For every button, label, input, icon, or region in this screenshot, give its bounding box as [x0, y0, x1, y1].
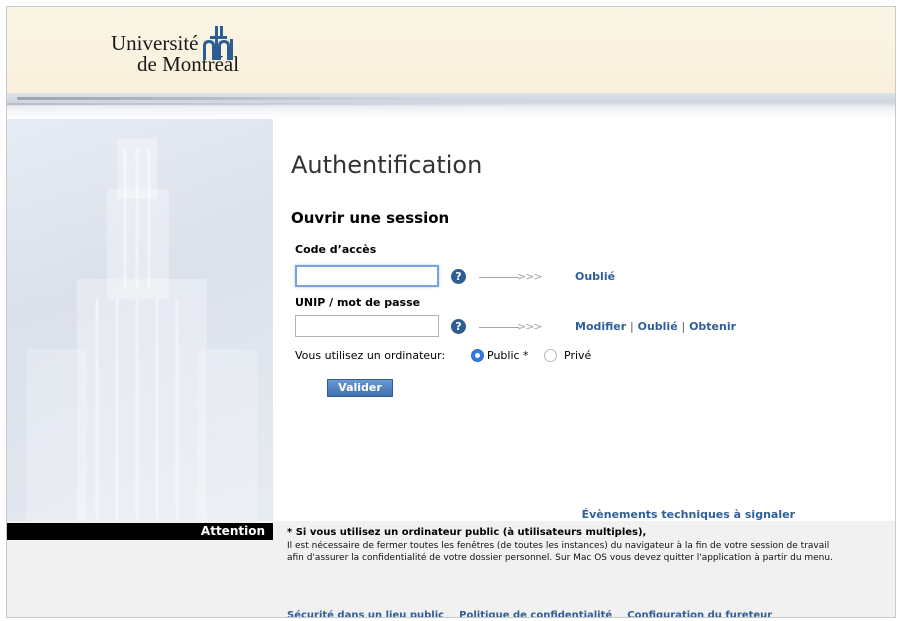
- footer-link-browser-config[interactable]: Configuration du fureteur: [627, 610, 772, 617]
- attention-bar: Attention: [7, 523, 273, 540]
- computer-type-question: Vous utilisez un ordinateur:: [295, 349, 446, 362]
- access-code-input[interactable]: [295, 265, 439, 287]
- help-icon[interactable]: ?: [451, 269, 466, 284]
- access-code-forgot-link[interactable]: Oublié: [575, 270, 615, 283]
- radio-public-label[interactable]: Public *: [487, 349, 529, 362]
- link-separator: |: [681, 320, 686, 333]
- arrow-heads: >>>: [517, 320, 543, 333]
- radio-private-label[interactable]: Privé: [564, 349, 591, 362]
- arrow-line: [479, 327, 519, 328]
- submit-button[interactable]: Valider: [327, 379, 393, 397]
- header-streak: [17, 97, 477, 100]
- help-icon[interactable]: ?: [451, 319, 466, 334]
- attention-section: Attention * Si vous utilisez un ordinate…: [7, 521, 895, 617]
- header-decorative-band: [7, 93, 895, 119]
- building-illustration: [7, 119, 273, 521]
- building-background-panel: [7, 119, 273, 521]
- password-links: Modifier | Oublié | Obtenir: [575, 320, 736, 333]
- technical-events-link[interactable]: Évènements techniques à signaler: [582, 508, 795, 521]
- page-frame: Université de Montréal Authentification …: [6, 6, 896, 618]
- password-forgot-link[interactable]: Oublié: [638, 320, 678, 333]
- arrow-line: [479, 277, 519, 278]
- radio-private[interactable]: [544, 349, 557, 362]
- link-separator: |: [630, 320, 634, 333]
- attention-label: Attention: [200, 524, 265, 538]
- login-main: Authentification Ouvrir une session Code…: [273, 119, 895, 521]
- section-title: Ouvrir une session: [291, 209, 450, 227]
- radio-public[interactable]: [471, 349, 484, 362]
- password-input[interactable]: [295, 315, 439, 337]
- attention-heading: * Si vous utilisez un ordinateur public …: [287, 527, 647, 538]
- password-obtain-link[interactable]: Obtenir: [689, 320, 736, 333]
- page-title: Authentification: [291, 151, 483, 179]
- footer-link-privacy[interactable]: Politique de confidentialité: [459, 610, 612, 617]
- access-code-label: Code d’accès: [295, 243, 377, 256]
- password-label: UNIP / mot de passe: [295, 296, 421, 309]
- footer-links: Sécurité dans un lieu public Politique d…: [287, 603, 782, 617]
- header-streak-secondary: [7, 103, 527, 105]
- udem-logo-icon: [203, 26, 233, 60]
- arrow-heads: >>>: [517, 270, 543, 283]
- password-modify-link[interactable]: Modifier: [575, 320, 626, 333]
- attention-body: Il est nécessaire de fermer toutes les f…: [287, 541, 833, 563]
- footer-link-security[interactable]: Sécurité dans un lieu public: [287, 610, 444, 617]
- header: Université de Montréal: [7, 7, 895, 95]
